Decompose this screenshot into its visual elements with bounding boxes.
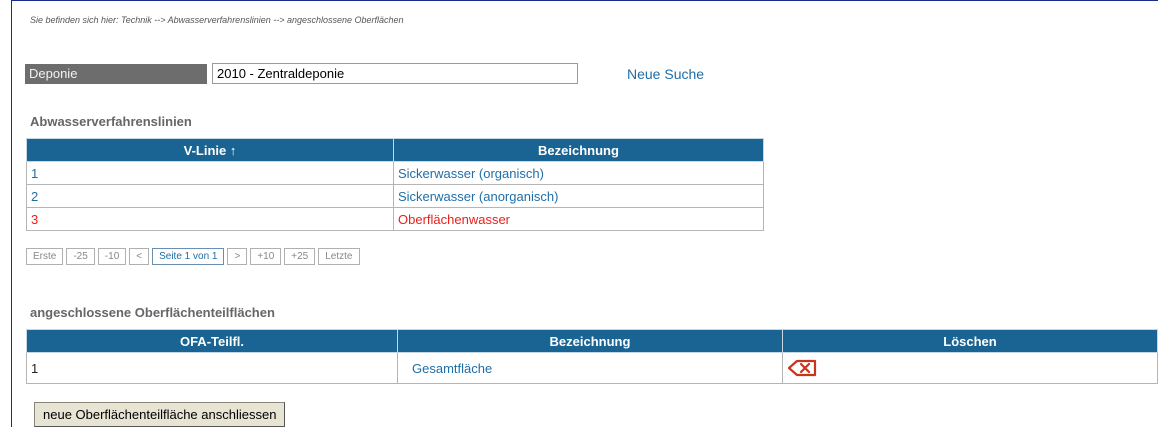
surfaces-table: OFA-Teilfl. Bezeichnung Löschen 1 Gesamtf… <box>26 329 1158 384</box>
lines-header-row: V-Linie ↑ Bezeichnung <box>26 138 764 162</box>
pager-button[interactable]: Erste <box>26 248 64 265</box>
column-header-bezeichnung: Bezeichnung <box>397 329 783 353</box>
table-row[interactable]: 1 Sickerwasser (organisch) <box>26 161 764 185</box>
surfaces-section-title: angeschlossene Oberflächenteilflächen <box>30 305 275 320</box>
v-linie-cell[interactable]: 1 <box>26 161 394 185</box>
pager-button[interactable]: +25 <box>284 248 316 265</box>
pager-button[interactable]: -10 <box>97 248 127 265</box>
lines-section-title: Abwasserverfahrenslinien <box>30 114 192 129</box>
lines-table: V-Linie ↑ Bezeichnung 1 Sickerwasser (org… <box>26 138 764 231</box>
table-row: 1 Gesamtfläche <box>26 352 1158 384</box>
column-header-v-linie[interactable]: V-Linie ↑ <box>26 138 394 162</box>
frame-top-border <box>11 0 1158 1</box>
table-row[interactable]: 3 Oberflächenwasser <box>26 207 764 231</box>
table-row[interactable]: 2 Sickerwasser (anorganisch) <box>26 184 764 208</box>
frame-left-border <box>11 0 12 427</box>
add-surface-button[interactable]: neue Oberflächenteilfläche anschliessen <box>34 402 286 427</box>
pager-button[interactable]: -25 <box>66 248 95 265</box>
breadcrumb: Sie befinden sich hier: Technik --> Abwa… <box>30 15 404 25</box>
pager-button[interactable]: +10 <box>250 248 282 265</box>
deponie-label: Deponie <box>25 64 207 84</box>
bezeichnung-link[interactable]: Oberflächenwasser <box>393 207 764 231</box>
pager: Erste -25 -10 < Seite 1 von 1 > +10 +25 Letzte <box>26 248 360 265</box>
ofa-teilfl-cell: 1 <box>26 352 398 384</box>
bezeichnung-link[interactable]: Gesamtfläche <box>397 352 783 384</box>
surfaces-header-row: OFA-Teilfl. Bezeichnung Löschen <box>26 329 1158 353</box>
v-linie-cell[interactable]: 3 <box>26 207 394 231</box>
delete-icon[interactable] <box>787 359 817 377</box>
deponie-input[interactable] <box>212 63 578 84</box>
bezeichnung-link[interactable]: Sickerwasser (organisch) <box>393 161 764 185</box>
bezeichnung-link[interactable]: Sickerwasser (anorganisch) <box>393 184 764 208</box>
pager-button[interactable]: Letzte <box>318 248 360 265</box>
delete-cell <box>782 352 1158 384</box>
pager-button[interactable]: < <box>129 248 150 265</box>
v-linie-cell[interactable]: 2 <box>26 184 394 208</box>
pager-button[interactable]: > <box>227 248 248 265</box>
column-header-ofa-teilfl: OFA-Teilfl. <box>26 329 398 353</box>
column-header-bezeichnung[interactable]: Bezeichnung <box>393 138 764 162</box>
new-search-link[interactable]: Neue Suche <box>627 66 704 82</box>
column-header-loeschen: Löschen <box>782 329 1158 353</box>
pager-button[interactable]: Seite 1 von 1 <box>152 248 225 265</box>
